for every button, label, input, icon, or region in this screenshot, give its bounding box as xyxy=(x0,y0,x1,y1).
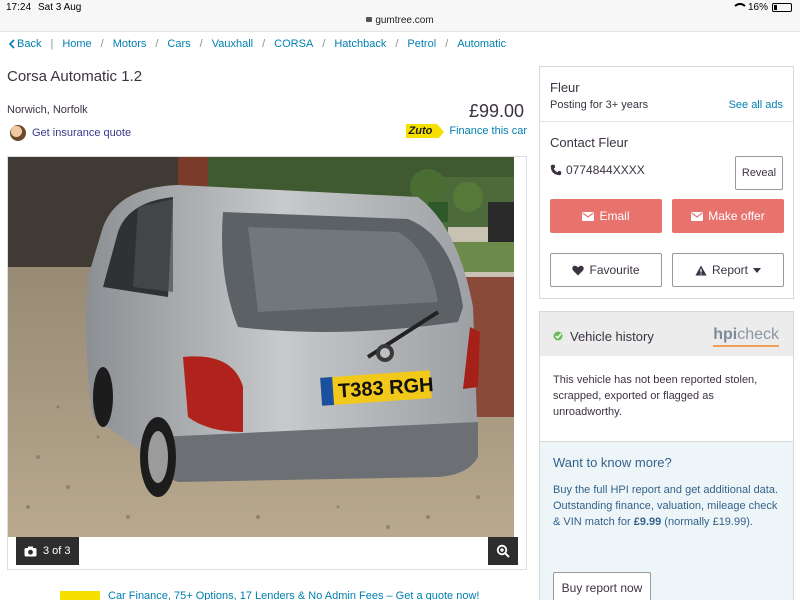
breadcrumb-motors[interactable]: Motors xyxy=(113,38,147,50)
hpi-report-price: £9.99 xyxy=(633,516,662,528)
breadcrumb-automatic[interactable]: Automatic xyxy=(457,38,506,50)
report-button[interactable]: Report xyxy=(672,253,784,287)
favourite-button[interactable]: Favourite xyxy=(550,253,662,287)
breadcrumb-vauxhall[interactable]: Vauxhall xyxy=(212,38,253,50)
zoom-button[interactable] xyxy=(488,537,518,565)
finance-link[interactable]: Zuto Finance this car xyxy=(405,124,527,140)
hpi-upsell-panel: Want to know more? Buy the full HPI repo… xyxy=(540,441,793,600)
status-bar: 17:24 Sat 3 Aug gumtree.com 16% xyxy=(0,0,800,32)
finance-banner-text: Car Finance, 75+ Options, 17 Lenders & N… xyxy=(108,590,480,600)
make-offer-label: Make offer xyxy=(708,209,765,223)
buy-report-button[interactable]: Buy report now xyxy=(553,572,651,600)
contact-heading: Contact Fleur xyxy=(550,135,629,150)
status-indicators: 16% xyxy=(731,2,792,13)
listing-location: Norwich, Norfolk xyxy=(7,104,88,116)
insurance-avatar-icon xyxy=(10,125,26,141)
camera-icon xyxy=(24,546,37,556)
lock-icon xyxy=(366,17,373,22)
envelope-icon xyxy=(582,211,595,221)
car-photo-image: T383 RGH xyxy=(8,157,514,537)
leaf-check-icon xyxy=(553,331,563,341)
seller-name[interactable]: Fleur xyxy=(550,80,580,95)
wifi-icon xyxy=(731,3,748,12)
listing-price: £99.00 xyxy=(468,101,524,121)
gallery-counter[interactable]: 3 of 3 xyxy=(16,537,79,565)
battery-fill xyxy=(774,5,777,10)
favourite-label: Favourite xyxy=(589,263,640,277)
zuto-small-logo xyxy=(60,591,100,600)
hpi-logo-check-text: check xyxy=(737,326,779,343)
phone-icon xyxy=(550,164,562,176)
hpi-upsell-title: Want to know more? xyxy=(553,455,672,470)
car-photo[interactable]: T383 RGH xyxy=(8,157,514,537)
seller-posting-duration: Posting for 3+ years xyxy=(550,99,649,111)
back-label: Back xyxy=(17,38,42,50)
hpi-upsell-text-1: Buy the full HPI report and get addition… xyxy=(553,484,779,496)
insurance-quote-label: Get insurance quote xyxy=(32,127,132,139)
insurance-quote-link[interactable]: Get insurance quote xyxy=(10,125,131,141)
photo-gallery: T383 RGH 3 of 3 xyxy=(7,156,527,570)
breadcrumb-corsa[interactable]: CORSA xyxy=(274,38,313,50)
hpi-upsell-text-2-post: (normally £19.99). xyxy=(661,516,753,528)
email-label: Email xyxy=(599,209,630,223)
vehicle-history-card: Vehicle history hpicheck This vehicle ha… xyxy=(539,311,794,600)
finance-banner[interactable]: Car Finance, 75+ Options, 17 Lenders & N… xyxy=(60,590,479,600)
breadcrumb-separator: / xyxy=(262,38,266,50)
status-time: 17:24 xyxy=(6,2,32,13)
hpi-check-logo: hpicheck xyxy=(713,326,779,347)
caret-down-icon xyxy=(753,267,762,273)
status-date: Sat 3 Aug xyxy=(38,2,82,13)
back-link[interactable]: Back xyxy=(8,38,41,50)
hpi-upsell-text-2: Outstanding finance, valuation, mileage … xyxy=(553,498,781,530)
vehicle-history-title: Vehicle history xyxy=(570,329,654,344)
breadcrumb-separator: / xyxy=(199,38,203,50)
zoom-in-icon xyxy=(496,544,510,558)
breadcrumb-separator: / xyxy=(100,38,104,50)
finance-label: Finance this car xyxy=(449,125,527,137)
hpi-logo-text: hpi xyxy=(713,326,738,343)
hpi-upsell-text: Buy the full HPI report and get addition… xyxy=(553,482,781,530)
envelope-icon xyxy=(691,211,704,221)
breadcrumb-petrol[interactable]: Petrol xyxy=(407,38,436,50)
battery-icon xyxy=(772,3,792,12)
email-button[interactable]: Email xyxy=(550,199,662,233)
breadcrumb-separator: / xyxy=(155,38,159,50)
battery-percent: 16% xyxy=(747,2,768,13)
vehicle-history-status: This vehicle has not been reported stole… xyxy=(553,374,758,418)
warning-icon xyxy=(695,265,707,275)
listing-title: Corsa Automatic 1.2 xyxy=(7,68,143,85)
report-label: Report xyxy=(711,263,749,277)
breadcrumb-home[interactable]: Home xyxy=(62,38,91,50)
heart-icon xyxy=(572,265,585,275)
breadcrumb-separator: / xyxy=(395,38,399,50)
breadcrumb: Back | Home / Motors / Cars / Vauxhall /… xyxy=(8,38,506,50)
breadcrumb-separator: / xyxy=(322,38,326,50)
breadcrumb-cars[interactable]: Cars xyxy=(167,38,190,50)
divider xyxy=(540,121,793,122)
address-url: gumtree.com xyxy=(375,15,434,26)
phone-number-text: 0774844XXXX xyxy=(566,163,645,177)
breadcrumb-separator: / xyxy=(445,38,449,50)
zuto-logo: Zuto xyxy=(405,124,445,140)
breadcrumb-separator: | xyxy=(50,38,54,50)
phone-number: 0774844XXXX xyxy=(550,163,645,177)
address-bar[interactable]: gumtree.com xyxy=(0,15,800,26)
gallery-count-label: 3 of 3 xyxy=(43,545,71,557)
make-offer-button[interactable]: Make offer xyxy=(672,199,784,233)
chevron-left-icon xyxy=(8,39,15,49)
reveal-phone-button[interactable]: Reveal xyxy=(735,156,783,190)
breadcrumb-hatchback[interactable]: Hatchback xyxy=(334,38,386,50)
seller-card: Fleur Posting for 3+ years See all ads C… xyxy=(539,66,794,299)
vehicle-history-header: Vehicle history hpicheck xyxy=(540,312,793,356)
see-all-ads-link[interactable]: See all ads xyxy=(729,99,783,111)
